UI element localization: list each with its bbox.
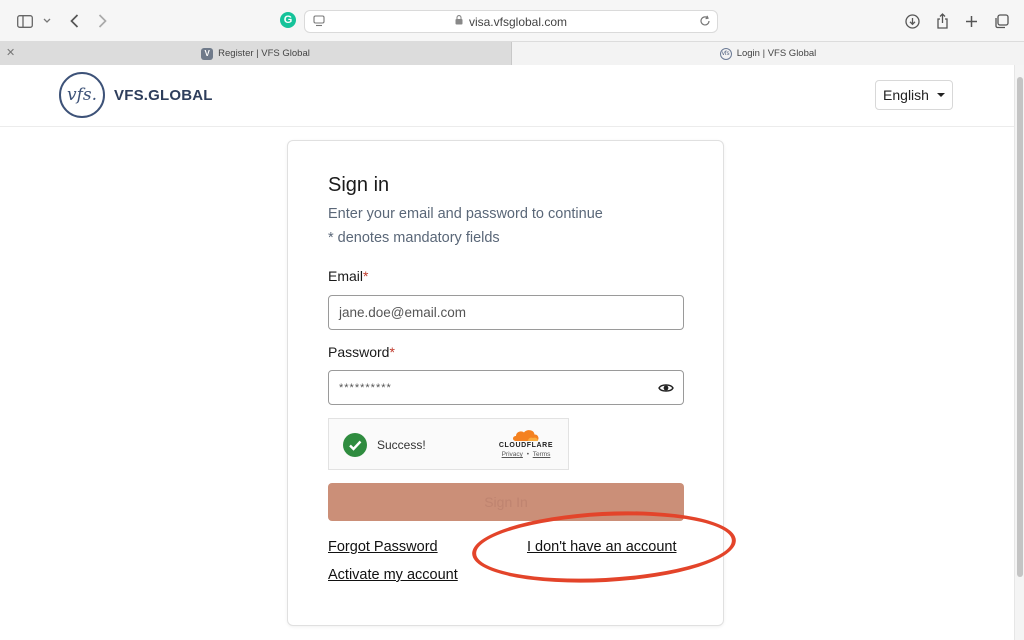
cloudflare-captcha[interactable]: Success! CLOUDFLARE Privacy • Terms [328, 418, 569, 470]
tab-label: Register | VFS Global [218, 48, 310, 59]
subtitle: Enter your email and password to continu… [328, 206, 603, 222]
tab-login[interactable]: vfs Login | VFS Global [512, 42, 1024, 65]
register-favicon-icon: V [201, 47, 214, 60]
chevron-down-icon[interactable] [36, 10, 58, 32]
required-mark: * [363, 268, 369, 284]
back-icon[interactable] [63, 10, 85, 32]
forgot-password-link[interactable]: Forgot Password [328, 539, 438, 555]
download-icon[interactable] [901, 10, 923, 32]
tab-label: Login | VFS Global [736, 48, 817, 59]
login-favicon-icon: vfs [719, 47, 732, 60]
site-header: vfs. VFS.GLOBAL English [0, 65, 1014, 127]
cloudflare-logo: CLOUDFLARE Privacy • Terms [496, 429, 556, 458]
check-icon [343, 433, 367, 457]
caret-down-icon [936, 93, 945, 97]
close-icon[interactable]: ✕ [6, 46, 15, 59]
share-icon[interactable] [931, 10, 953, 32]
forward-icon[interactable] [91, 10, 113, 32]
grammarly-icon[interactable]: G [280, 12, 296, 28]
vfs-logo-icon[interactable]: vfs. [59, 72, 105, 118]
password-label-text: Password [328, 344, 390, 360]
page-title: Sign in [328, 174, 390, 196]
eye-icon[interactable] [658, 380, 674, 396]
sidebar-icon[interactable] [14, 10, 36, 32]
language-value: English [883, 87, 929, 103]
tab-register[interactable]: ✕ V Register | VFS Global [0, 42, 512, 65]
language-select[interactable]: English [875, 80, 953, 110]
email-label-text: Email [328, 268, 364, 284]
email-placeholder: jane.doe@email.com [339, 305, 467, 320]
url-text: visa.vfsglobal.com [468, 14, 568, 29]
no-account-link[interactable]: I don't have an account [527, 539, 677, 555]
privacy-link[interactable]: Privacy [502, 451, 523, 458]
new-tab-icon[interactable] [960, 10, 982, 32]
signin-button[interactable]: Sign In [328, 483, 684, 521]
terms-link[interactable]: Terms [533, 451, 551, 458]
tabs-overview-icon[interactable] [990, 10, 1012, 32]
captcha-status: Success! [377, 438, 426, 452]
cloudflare-links: Privacy • Terms [496, 451, 556, 458]
address-bar[interactable]: visa.vfsglobal.com [304, 10, 718, 33]
reload-icon[interactable] [699, 15, 711, 30]
browser-toolbar: G visa.vfsglobal.com [0, 0, 1024, 42]
logo-text[interactable]: VFS.GLOBAL [114, 87, 213, 104]
password-value: ********** [339, 381, 392, 394]
tab-bar: ✕ V Register | VFS Global vfs Login | VF… [0, 42, 1024, 65]
required-mark: * [389, 344, 395, 360]
password-label: Password* [328, 344, 395, 360]
scrollbar[interactable] [1014, 65, 1024, 640]
password-field[interactable]: ********** [328, 370, 684, 405]
activate-account-link[interactable]: Activate my account [328, 567, 458, 583]
page-menu-icon[interactable] [313, 15, 325, 30]
signin-card: Sign in Enter your email and password to… [287, 140, 724, 626]
link-separator: • [526, 451, 529, 458]
cloudflare-brand: CLOUDFLARE [498, 442, 554, 449]
cloud-icon [513, 430, 539, 441]
scrollbar-thumb[interactable] [1017, 77, 1023, 577]
lock-icon [455, 15, 463, 28]
email-field[interactable]: jane.doe@email.com [328, 295, 684, 330]
mandatory-note: * denotes mandatory fields [328, 230, 500, 246]
email-label: Email* [328, 268, 368, 284]
